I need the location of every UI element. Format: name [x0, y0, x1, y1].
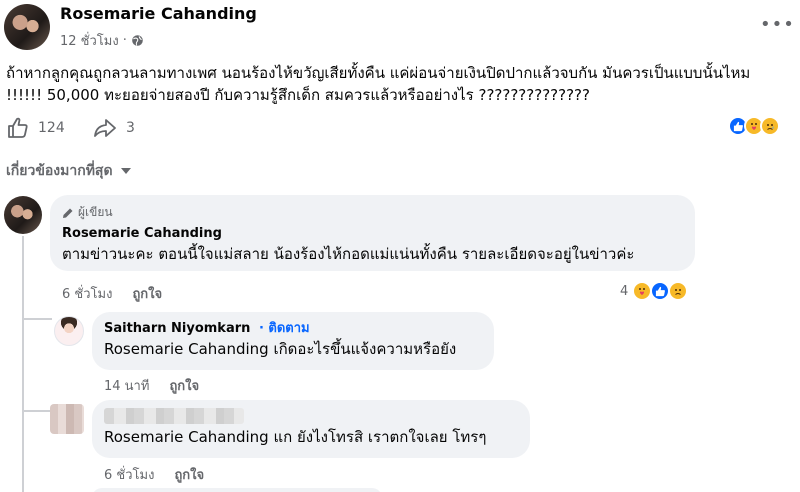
share-count: 3 — [126, 120, 135, 136]
reply-meta: 14 นาที ถูกใจ — [104, 375, 199, 396]
comment-author-name[interactable]: Rosemarie Cahanding — [62, 225, 683, 243]
reply-text-row: Rosemarie Cahanding เกิดอะไรขึ้นแจ้งความ… — [104, 338, 482, 360]
thread-branch — [22, 410, 52, 412]
caret-down-icon — [120, 168, 131, 174]
blurred-author-name[interactable] — [104, 408, 518, 426]
thread-line — [22, 236, 24, 492]
post-author-name[interactable]: Rosemarie Cahanding — [60, 4, 257, 23]
reply-meta: 6 ชั่วโมง ถูกใจ — [104, 464, 204, 485]
comment-reactions[interactable]: 4 — [620, 281, 689, 301]
pen-icon — [63, 208, 73, 218]
share-button[interactable]: 3 — [92, 116, 135, 140]
comment-like-button[interactable]: ถูกใจ — [132, 283, 162, 304]
like-icon — [8, 117, 28, 138]
post-reactions[interactable] — [728, 116, 780, 136]
reply-bubble: Saitharn Niyomkarn · ติดตาม Rosemarie Ca… — [92, 312, 494, 370]
reply-text: แก ยังไงโทรสิ เราตกใจเลย โทรๆ — [268, 428, 487, 446]
comment-meta: 6 ชั่วโมง ถูกใจ — [62, 283, 162, 304]
post-time[interactable]: 12 ชั่วโมง — [60, 30, 119, 51]
commenter-avatar[interactable] — [4, 196, 42, 234]
mention-link[interactable]: Rosemarie Cahanding — [104, 340, 269, 358]
care-reaction-icon — [632, 281, 653, 301]
reply-text: เกิดอะไรขึ้นแจ้งความหรือยัง — [268, 340, 457, 358]
reply-time[interactable]: 14 นาที — [104, 375, 149, 396]
post-actions-row: 124 3 — [0, 112, 800, 144]
post-body-text: ถ้าหากลูกคุณถูกลวนลามทางเพศ นอนร้องไห้ขว… — [6, 64, 751, 104]
meta-separator: · — [122, 33, 127, 48]
commenter-avatar[interactable] — [54, 316, 84, 346]
share-icon — [94, 119, 116, 137]
reply-like-button[interactable]: ถูกใจ — [174, 464, 204, 485]
reply-author-name[interactable]: Saitharn Niyomkarn — [104, 321, 250, 336]
comment-bubble: ผู้เขียน Rosemarie Cahanding ตามข่าวนะคะ… — [50, 195, 695, 271]
comment-time[interactable]: 6 ชั่วโมง — [62, 283, 112, 304]
like-button[interactable]: 124 — [6, 116, 65, 140]
comment-reaction-count: 4 — [620, 283, 629, 299]
comment-text: ตามข่าวนะคะ ตอนนี้ใจแม่สลาย น้องร้องไห้ก… — [62, 245, 635, 263]
filter-label: เกี่ยวข้องมากที่สุด — [6, 163, 113, 179]
like-count: 124 — [38, 120, 65, 136]
globe-icon — [132, 35, 143, 46]
reply-like-button[interactable]: ถูกใจ — [169, 375, 199, 396]
follow-button[interactable]: · ติดตาม — [259, 321, 310, 336]
post-meta: 12 ชั่วโมง · — [60, 30, 144, 51]
author-avatar[interactable] — [4, 4, 50, 50]
comment-filter-dropdown[interactable]: เกี่ยวข้องมากที่สุด — [6, 160, 131, 182]
post-header: Rosemarie Cahanding 12 ชั่วโมง · ••• — [0, 0, 800, 56]
reply-author-row: Saitharn Niyomkarn · ติดตาม — [104, 320, 482, 338]
like-reaction-icon — [650, 281, 671, 301]
sad-reaction-icon — [668, 281, 689, 301]
more-options-icon[interactable]: ••• — [760, 14, 795, 35]
thread-branch — [22, 318, 52, 320]
reply-bubble: Rosemarie Cahanding แก ยังไงโทรสิ เราตกใ… — [92, 400, 530, 458]
mention-link[interactable]: Rosemarie Cahanding — [104, 428, 269, 446]
author-badge: ผู้เขียน — [62, 203, 683, 222]
reply-text-row: Rosemarie Cahanding แก ยังไงโทรสิ เราตกใ… — [104, 426, 518, 448]
next-reply-bubble-partial — [92, 488, 382, 492]
reply-time[interactable]: 6 ชั่วโมง — [104, 464, 154, 485]
blurred-avatar[interactable] — [50, 404, 84, 434]
sad-reaction-icon — [760, 116, 780, 136]
author-badge-label: ผู้เขียน — [78, 205, 113, 219]
